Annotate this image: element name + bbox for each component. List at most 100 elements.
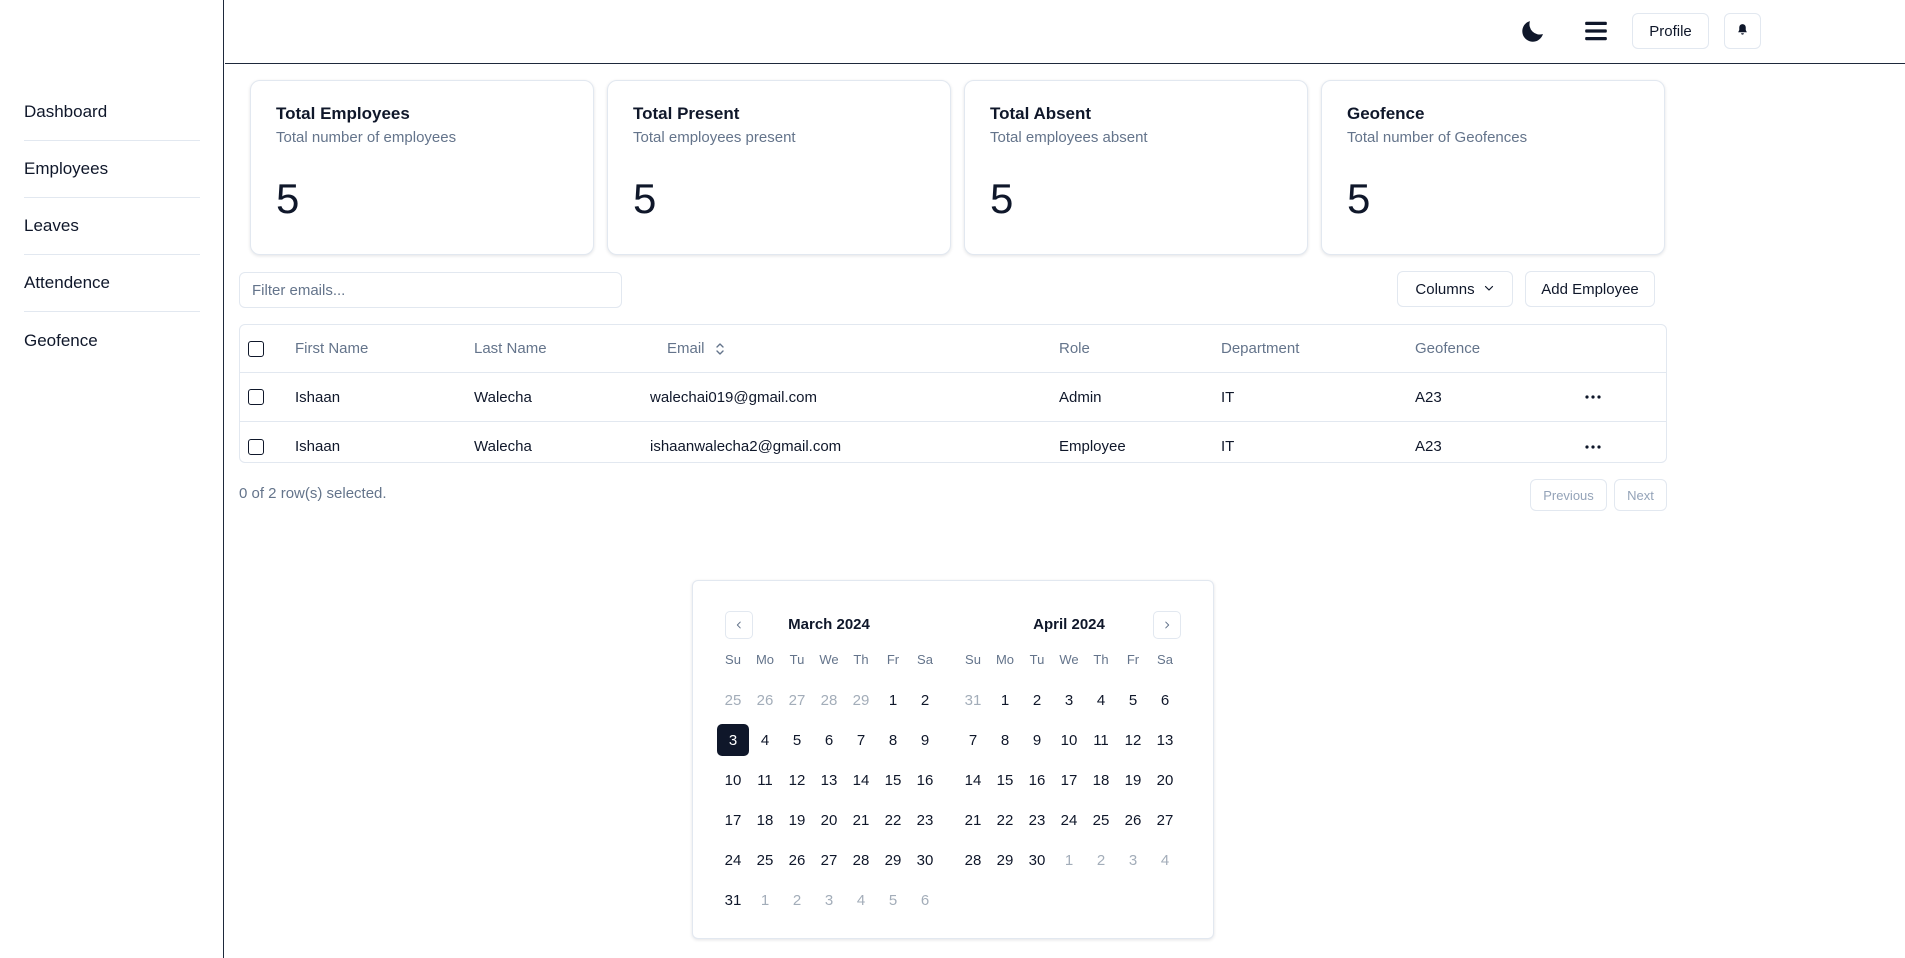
calendar-day[interactable]: 4 xyxy=(1085,684,1117,716)
calendar-day[interactable]: 19 xyxy=(1117,764,1149,796)
calendar-day[interactable]: 14 xyxy=(845,764,877,796)
calendar-day[interactable]: 4 xyxy=(1149,844,1181,876)
calendar-day[interactable]: 3 xyxy=(813,884,845,916)
calendar-day[interactable]: 15 xyxy=(989,764,1021,796)
header-geofence[interactable]: Geofence xyxy=(1415,325,1480,372)
calendar-day[interactable]: 4 xyxy=(749,724,781,756)
calendar-day[interactable]: 12 xyxy=(781,764,813,796)
calendar-day[interactable]: 24 xyxy=(717,844,749,876)
calendar-day[interactable]: 2 xyxy=(1021,684,1053,716)
calendar-day[interactable]: 22 xyxy=(877,804,909,836)
profile-button[interactable]: Profile xyxy=(1632,13,1709,49)
calendar-day[interactable]: 3 xyxy=(1053,684,1085,716)
header-role[interactable]: Role xyxy=(1059,325,1090,372)
calendar-day[interactable]: 27 xyxy=(1149,804,1181,836)
calendar-day[interactable]: 20 xyxy=(813,804,845,836)
header-first-name[interactable]: First Name xyxy=(295,325,368,372)
calendar-day[interactable]: 23 xyxy=(1021,804,1053,836)
calendar-day[interactable]: 1 xyxy=(877,684,909,716)
calendar-day[interactable]: 11 xyxy=(1085,724,1117,756)
row-checkbox[interactable] xyxy=(248,389,264,405)
calendar-day[interactable]: 12 xyxy=(1117,724,1149,756)
calendar-day[interactable]: 6 xyxy=(909,884,941,916)
row-checkbox[interactable] xyxy=(248,438,264,455)
select-all-checkbox[interactable] xyxy=(248,340,264,357)
calendar-day[interactable]: 26 xyxy=(1117,804,1149,836)
calendar-day[interactable]: 11 xyxy=(749,764,781,796)
sidebar-item-employees[interactable]: Employees xyxy=(24,141,200,198)
calendar-day[interactable]: 17 xyxy=(1053,764,1085,796)
sidebar-item-attendence[interactable]: Attendence xyxy=(24,255,200,312)
calendar-day[interactable]: 28 xyxy=(813,684,845,716)
calendar-day[interactable]: 16 xyxy=(1021,764,1053,796)
calendar-day[interactable]: 15 xyxy=(877,764,909,796)
calendar-day[interactable]: 13 xyxy=(1149,724,1181,756)
calendar-day[interactable]: 4 xyxy=(845,884,877,916)
header-email[interactable]: Email xyxy=(667,325,725,372)
calendar-day[interactable]: 21 xyxy=(957,804,989,836)
calendar-day[interactable]: 8 xyxy=(877,724,909,756)
calendar-day[interactable]: 26 xyxy=(781,844,813,876)
calendar-day[interactable]: 7 xyxy=(957,724,989,756)
calendar-day[interactable]: 24 xyxy=(1053,804,1085,836)
calendar-day[interactable]: 22 xyxy=(989,804,1021,836)
calendar-day[interactable]: 27 xyxy=(813,844,845,876)
calendar-day[interactable]: 7 xyxy=(845,724,877,756)
calendar-day[interactable]: 16 xyxy=(909,764,941,796)
calendar-day-selected[interactable]: 3 xyxy=(717,724,749,756)
more-horizontal-icon[interactable] xyxy=(1585,444,1601,449)
notifications-button[interactable] xyxy=(1724,13,1761,49)
calendar-day[interactable]: 27 xyxy=(781,684,813,716)
calendar-day[interactable]: 6 xyxy=(1149,684,1181,716)
calendar-day[interactable]: 29 xyxy=(989,844,1021,876)
calendar-day[interactable]: 25 xyxy=(1085,804,1117,836)
calendar-day[interactable]: 30 xyxy=(909,844,941,876)
sidebar-item-geofence[interactable]: Geofence xyxy=(24,312,200,369)
calendar-day[interactable]: 10 xyxy=(1053,724,1085,756)
header-department[interactable]: Department xyxy=(1221,325,1299,372)
previous-page-button[interactable]: Previous xyxy=(1530,479,1607,511)
calendar-day[interactable]: 17 xyxy=(717,804,749,836)
header-last-name[interactable]: Last Name xyxy=(474,325,547,372)
calendar-day[interactable]: 26 xyxy=(749,684,781,716)
calendar-day[interactable]: 2 xyxy=(781,884,813,916)
calendar-day[interactable]: 31 xyxy=(717,884,749,916)
add-employee-button[interactable]: Add Employee xyxy=(1525,271,1655,307)
calendar-day[interactable]: 21 xyxy=(845,804,877,836)
calendar-day[interactable]: 20 xyxy=(1149,764,1181,796)
next-page-button[interactable]: Next xyxy=(1614,479,1667,511)
calendar-day[interactable]: 31 xyxy=(957,684,989,716)
calendar-day[interactable]: 9 xyxy=(1021,724,1053,756)
calendar-day[interactable]: 18 xyxy=(1085,764,1117,796)
calendar-day[interactable]: 29 xyxy=(845,684,877,716)
calendar-day[interactable]: 5 xyxy=(877,884,909,916)
sidebar-item-dashboard[interactable]: Dashboard xyxy=(24,84,200,141)
calendar-day[interactable]: 18 xyxy=(749,804,781,836)
calendar-day[interactable]: 1 xyxy=(749,884,781,916)
calendar-day[interactable]: 19 xyxy=(781,804,813,836)
hamburger-menu-icon[interactable] xyxy=(1583,18,1609,44)
calendar-day[interactable]: 25 xyxy=(717,684,749,716)
calendar-day[interactable]: 28 xyxy=(845,844,877,876)
calendar-day[interactable]: 5 xyxy=(781,724,813,756)
more-horizontal-icon[interactable] xyxy=(1585,395,1601,399)
calendar-day[interactable]: 25 xyxy=(749,844,781,876)
moon-icon[interactable] xyxy=(1519,17,1547,45)
calendar-day[interactable]: 28 xyxy=(957,844,989,876)
calendar-day[interactable]: 8 xyxy=(989,724,1021,756)
calendar-day[interactable]: 23 xyxy=(909,804,941,836)
sidebar-item-leaves[interactable]: Leaves xyxy=(24,198,200,255)
filter-emails-input[interactable] xyxy=(239,272,622,308)
calendar-day[interactable]: 10 xyxy=(717,764,749,796)
calendar-day[interactable]: 1 xyxy=(1053,844,1085,876)
calendar-day[interactable]: 2 xyxy=(909,684,941,716)
calendar-day[interactable]: 30 xyxy=(1021,844,1053,876)
calendar-day[interactable]: 13 xyxy=(813,764,845,796)
calendar-day[interactable]: 1 xyxy=(989,684,1021,716)
calendar-day[interactable]: 29 xyxy=(877,844,909,876)
calendar-day[interactable]: 2 xyxy=(1085,844,1117,876)
columns-dropdown-button[interactable]: Columns xyxy=(1397,271,1513,307)
calendar-day[interactable]: 5 xyxy=(1117,684,1149,716)
calendar-day[interactable]: 6 xyxy=(813,724,845,756)
calendar-day[interactable]: 9 xyxy=(909,724,941,756)
